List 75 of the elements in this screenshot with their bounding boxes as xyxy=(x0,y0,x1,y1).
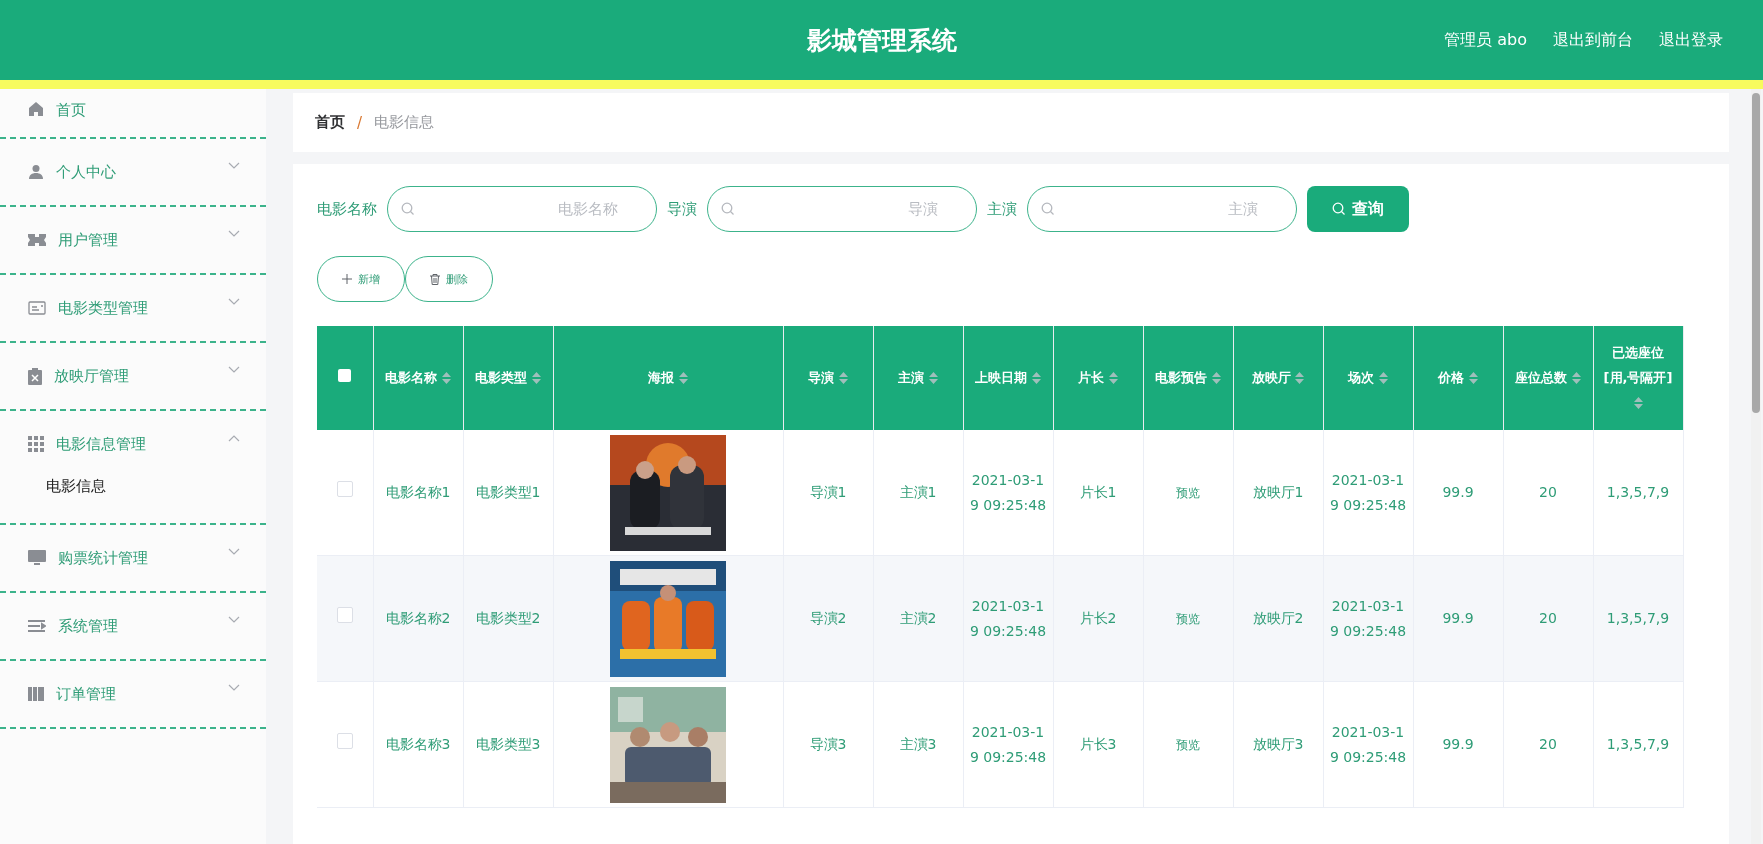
menu-item[interactable]: 电影类型管理 xyxy=(0,275,266,341)
column-header[interactable]: 片长 xyxy=(1053,326,1143,430)
table-cell: 放映厅3 xyxy=(1252,736,1304,753)
column-header[interactable]: 海报 xyxy=(553,326,783,430)
preview-link[interactable]: 预览 xyxy=(1176,738,1200,753)
table-cell: 2021-03-19 09:25:48 xyxy=(1329,724,1407,765)
menu-item[interactable]: 电影信息管理 xyxy=(0,411,266,477)
table-cell: 电影名称3 xyxy=(385,736,451,753)
table-cell: 99.9 xyxy=(1442,610,1474,627)
column-header[interactable]: 场次 xyxy=(1323,326,1413,430)
table-cell: 2021-03-19 09:25:48 xyxy=(969,598,1047,639)
table-cell: 1,3,5,7,9 xyxy=(1606,484,1670,501)
table-cell: 20 xyxy=(1539,484,1557,501)
table-cell: 片长3 xyxy=(1079,736,1117,753)
table-cell: 片长2 xyxy=(1079,610,1117,627)
search-field[interactable]: 电影名称 xyxy=(387,186,657,232)
breadcrumb-separator: / xyxy=(357,113,363,132)
add-button[interactable]: 新增 xyxy=(317,256,405,302)
table-cell: 电影类型3 xyxy=(475,736,541,753)
column-header[interactable]: 电影预告 xyxy=(1143,326,1233,430)
table-cell: 导演3 xyxy=(809,736,847,753)
menu-item[interactable]: 系统管理 xyxy=(0,593,266,659)
column-header[interactable]: 放映厅 xyxy=(1233,326,1323,430)
field-label: 主演 xyxy=(987,199,1017,219)
menu-item[interactable]: 订单管理 xyxy=(0,661,266,727)
column-header[interactable]: 上映日期 xyxy=(963,326,1053,430)
column-header[interactable]: 主演 xyxy=(873,326,963,430)
header-link[interactable]: 退出到前台 xyxy=(1553,29,1633,51)
table-cell: 2021-03-19 09:25:48 xyxy=(1329,472,1407,513)
table-cell: 主演2 xyxy=(899,610,937,627)
table-cell: 电影名称1 xyxy=(385,484,451,501)
preview-link[interactable]: 预览 xyxy=(1176,612,1200,627)
column-header[interactable]: 已选座位[用,号隔开] xyxy=(1593,326,1683,430)
table-cell: 主演3 xyxy=(899,736,937,753)
app-title: 影城管理系统 xyxy=(806,24,957,57)
table-cell: 导演1 xyxy=(809,484,847,501)
breadcrumb-item[interactable]: 首页 xyxy=(315,113,345,132)
breadcrumb-item: 电影信息 xyxy=(374,113,435,132)
table-cell: 导演2 xyxy=(809,610,847,627)
table-cell: 片长1 xyxy=(1079,484,1117,501)
table-cell: 电影类型2 xyxy=(475,610,541,627)
table-cell: 主演1 xyxy=(899,484,937,501)
search-field[interactable]: 导演 xyxy=(707,186,977,232)
table-cell: 1,3,5,7,9 xyxy=(1606,610,1670,627)
table-cell: 放映厅2 xyxy=(1252,610,1304,627)
menu-item[interactable]: 放映厅管理 xyxy=(0,343,266,409)
table-cell: 放映厅1 xyxy=(1252,484,1304,501)
menu-item[interactable]: 购票统计管理 xyxy=(0,525,266,591)
header-link[interactable]: 退出登录 xyxy=(1659,29,1723,51)
table-cell: 电影类型1 xyxy=(475,484,541,501)
table-cell: 99.9 xyxy=(1442,484,1474,501)
table-cell: 2021-03-19 09:25:48 xyxy=(1329,598,1407,639)
table-cell: 99.9 xyxy=(1442,736,1474,753)
table-cell: 2021-03-19 09:25:48 xyxy=(969,724,1047,765)
delete-button[interactable]: 删除 xyxy=(405,256,493,302)
column-header[interactable]: 座位总数 xyxy=(1503,326,1593,430)
field-label: 导演 xyxy=(667,199,697,219)
submenu-item[interactable]: 电影信息 xyxy=(0,477,266,523)
field-label: 电影名称 xyxy=(317,199,377,219)
menu-item[interactable]: 首页 xyxy=(0,89,266,137)
menu-item[interactable]: 个人中心 xyxy=(0,139,266,205)
table-cell: 1,3,5,7,9 xyxy=(1606,736,1670,753)
column-header[interactable]: 电影名称 xyxy=(373,326,463,430)
table-cell: 20 xyxy=(1539,736,1557,753)
column-header[interactable]: 电影类型 xyxy=(463,326,553,430)
header-link[interactable]: 管理员 abo xyxy=(1444,29,1527,51)
search-button[interactable]: 查询 xyxy=(1307,186,1409,232)
table-cell: 2021-03-19 09:25:48 xyxy=(969,472,1047,513)
preview-link[interactable]: 预览 xyxy=(1176,486,1200,501)
table-cell: 电影名称2 xyxy=(385,610,451,627)
search-field[interactable]: 主演 xyxy=(1027,186,1297,232)
table-cell: 20 xyxy=(1539,610,1557,627)
column-header[interactable]: 价格 xyxy=(1413,326,1503,430)
column-header[interactable]: 导演 xyxy=(783,326,873,430)
menu-item[interactable]: 用户管理 xyxy=(0,207,266,273)
